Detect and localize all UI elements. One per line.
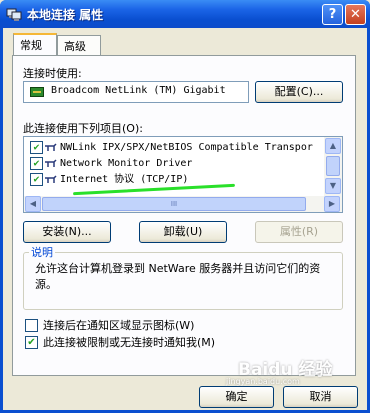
adapter-box: Broadcom NetLink (TM) Gigabit — [23, 81, 249, 103]
horizontal-scroll-thumb[interactable]: III — [42, 197, 306, 211]
description-title: 说明 — [29, 244, 55, 260]
notify-label: 此连接被限制或无连接时通知我(M) — [43, 336, 216, 349]
window-title: 本地连接 属性 — [27, 8, 104, 22]
close-button[interactable]: ✕ — [345, 4, 366, 25]
arrow-down-icon: ▼ — [329, 181, 337, 190]
help-button[interactable]: ? — [322, 4, 343, 25]
component-name: Internet 协议 (TCP/IP) — [60, 174, 189, 185]
tab-advanced-label: 高级 — [64, 40, 86, 53]
tab-general[interactable]: 常规 — [13, 33, 57, 55]
protocol-icon — [45, 159, 57, 167]
component-checkbox[interactable]: ✔ — [30, 157, 43, 170]
arrow-right-icon: ▶ — [328, 199, 336, 208]
title-bar[interactable]: 本地连接 属性 ? ✕ — [0, 0, 370, 28]
notify-checkbox[interactable]: ✔ — [25, 336, 38, 349]
properties-window: 本地连接 属性 ? ✕ 常规 高级 连接时使用: Broadcom NetLin… — [0, 0, 370, 413]
baidu-watermark-url: jingyan.baidu.com — [226, 377, 300, 386]
protocol-icon — [45, 143, 57, 151]
scroll-right-button[interactable]: ▶ — [324, 196, 340, 212]
scroll-up-button[interactable]: ▲ — [325, 138, 341, 154]
components-label: 此连接使用下列项目(O): — [23, 122, 143, 135]
show-icon-checkbox[interactable] — [25, 319, 38, 332]
uninstall-button[interactable]: 卸载(U) — [139, 221, 227, 243]
network-connection-icon — [6, 8, 22, 21]
grip-icon: III — [170, 200, 178, 208]
components-list[interactable]: ✔ NWLink IPX/SPX/NetBIOS Compatible Tran… — [23, 136, 343, 213]
component-checkbox[interactable]: ✔ — [30, 173, 43, 186]
component-name: Network Monitor Driver — [60, 158, 193, 169]
install-button[interactable]: 安装(N)... — [23, 221, 111, 243]
list-item[interactable]: ✔ NWLink IPX/SPX/NetBIOS Compatible Tran… — [26, 140, 326, 156]
cancel-button[interactable]: 取消 — [283, 386, 358, 408]
component-checkbox[interactable]: ✔ — [30, 141, 43, 154]
network-adapter-icon — [30, 87, 44, 97]
vertical-scroll-thumb[interactable] — [326, 156, 340, 176]
scroll-down-button[interactable]: ▼ — [325, 178, 341, 194]
adapter-name: Broadcom NetLink (TM) Gigabit — [51, 85, 226, 96]
help-icon: ? — [328, 7, 337, 22]
horizontal-scrollbar[interactable]: ◀ III ▶ — [24, 196, 342, 212]
configure-button[interactable]: 配置(C)... — [255, 81, 343, 103]
tab-advanced[interactable]: 高级 — [57, 35, 101, 55]
connect-using-label: 连接时使用: — [23, 67, 82, 80]
arrow-left-icon: ◀ — [29, 199, 37, 208]
close-icon: ✕ — [350, 7, 361, 22]
component-name: NWLink IPX/SPX/NetBIOS Compatible Transp… — [60, 142, 313, 153]
dialog-body: 常规 高级 连接时使用: Broadcom NetLink (TM) Gigab… — [3, 28, 367, 410]
vertical-scrollbar[interactable]: ▲ ▼ — [324, 137, 342, 196]
properties-button: 属性(R) — [255, 221, 343, 243]
description-text: 允许这台计算机登录到 NetWare 服务器并且访问它们的资源。 — [35, 262, 321, 291]
show-icon-label: 连接后在通知区域显示图标(W) — [43, 319, 195, 332]
list-item[interactable]: ✔ Network Monitor Driver — [26, 156, 326, 172]
arrow-up-icon: ▲ — [329, 141, 337, 150]
scroll-left-button[interactable]: ◀ — [25, 196, 41, 212]
tab-general-label: 常规 — [20, 39, 42, 52]
protocol-icon — [45, 175, 57, 183]
list-item[interactable]: ✔ Internet 协议 (TCP/IP) — [26, 172, 326, 188]
ok-button[interactable]: 确定 — [199, 386, 274, 408]
